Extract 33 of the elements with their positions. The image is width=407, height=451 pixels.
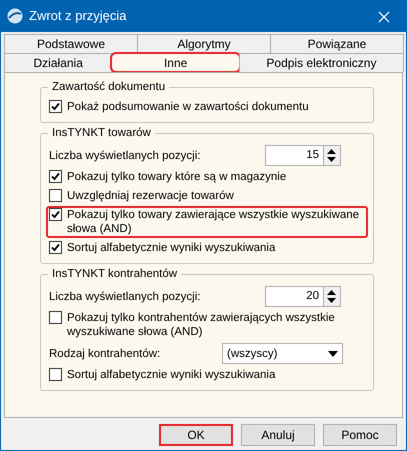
checkbox-label: Pokaż podsumowanie w zawartości dokumentu — [67, 100, 309, 114]
checkbox[interactable] — [49, 311, 62, 324]
field-label: Liczba wyświetlanych pozycji: — [49, 148, 200, 162]
dialog-button[interactable]: OK — [159, 424, 233, 446]
tab[interactable]: Podstawowe — [4, 34, 138, 53]
checkbox-label: Pokazuj tylko towary które są w magazynie — [67, 170, 286, 184]
tab[interactable]: Działania — [4, 53, 112, 72]
window-title: Zwrot z przyjęcia — [29, 9, 127, 23]
checkbox[interactable] — [49, 208, 62, 221]
tab[interactable]: Inne — [111, 53, 240, 72]
checkbox-label: Sortuj alfabetycznie wyniki wyszukiwania — [67, 368, 276, 382]
checkbox[interactable] — [49, 189, 62, 202]
number-spinner[interactable]: 20 — [265, 286, 341, 307]
field-label: Liczba wyświetlanych pozycji: — [49, 290, 200, 304]
field-label: Rodzaj kontrahentów: — [49, 346, 160, 360]
dropdown-field[interactable]: (wszyscy) — [222, 343, 343, 364]
close-icon[interactable] — [378, 11, 390, 24]
tab[interactable]: Powiązane — [270, 34, 404, 53]
number-spinner[interactable]: 15 — [265, 145, 341, 166]
dialog-button[interactable]: Pomoc — [323, 424, 397, 446]
checkbox[interactable] — [49, 100, 62, 113]
checkbox-label: Pokazuj tylko towary zawierające wszystkie wyszukiwane słowa (AND) — [67, 208, 360, 236]
dropdown-arrow-icon[interactable] — [328, 350, 338, 356]
checkbox-label: Pokazuj tylko kontrahentów zawierających wszystkie wyszukiwane słowa (AND) — [67, 311, 336, 339]
dialog-button[interactable]: Anuluj — [241, 424, 315, 446]
checkbox-label: Sortuj alfabetycznie wyniki wyszukiwania — [67, 241, 276, 255]
app-logo-icon — [7, 8, 23, 24]
checkbox[interactable] — [49, 241, 62, 254]
checkbox-label: Uwzględniaj rezerwacje towarów — [67, 189, 234, 203]
checkbox[interactable] — [49, 170, 62, 183]
checkbox[interactable] — [49, 368, 62, 381]
tab[interactable]: Algorytmy — [137, 34, 271, 53]
tab[interactable]: Podpis elektroniczny — [238, 53, 404, 72]
